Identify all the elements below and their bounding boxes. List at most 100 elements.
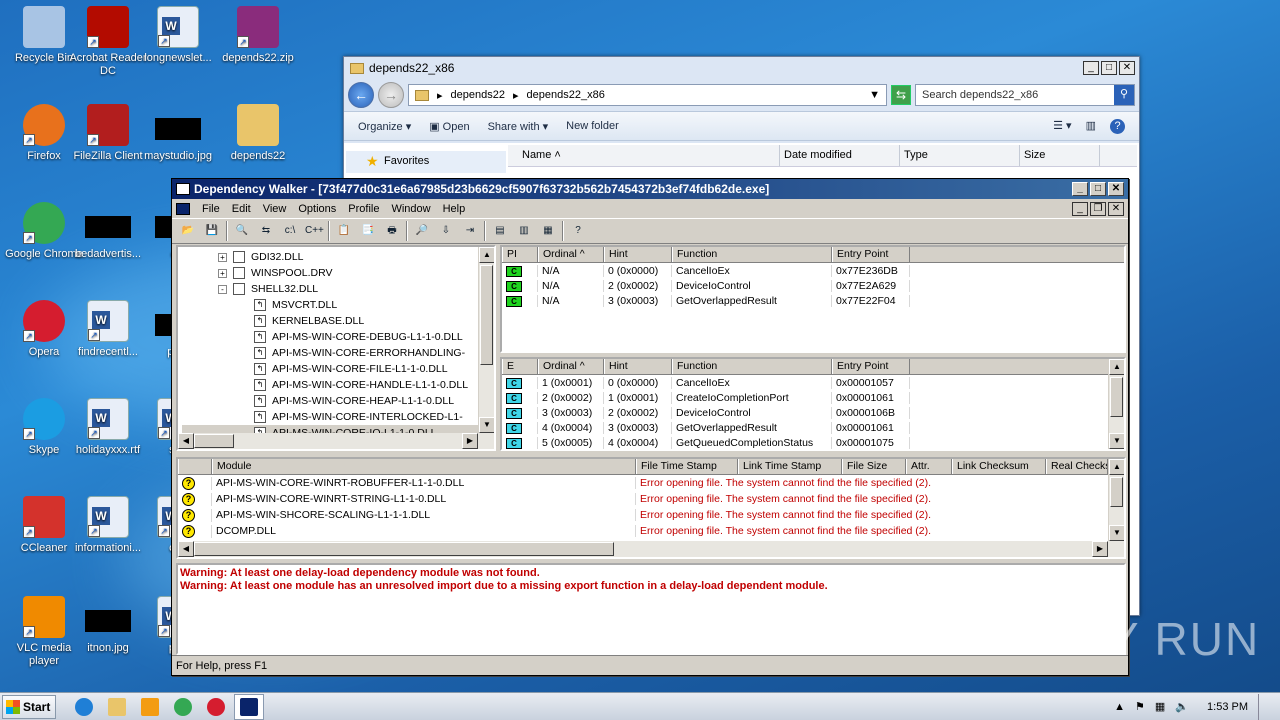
menu-item[interactable]: File <box>202 203 220 215</box>
toolbar-button[interactable]: 🔍 <box>232 221 252 241</box>
module-row[interactable]: ? API-MS-WIN-CORE-WINRT-STRING-L1-1-0.DLL… <box>178 491 1124 507</box>
imports-list[interactable]: PI Ordinal ^ Hint Function Entry Point C N/A 0… <box>500 245 1126 353</box>
column-header[interactable] <box>178 459 212 474</box>
favorites-node[interactable]: ★ Favorites <box>346 151 506 173</box>
child-minimize-button[interactable]: _ <box>1072 201 1088 216</box>
menu-item[interactable]: Profile <box>348 203 379 215</box>
back-button[interactable]: ← <box>348 82 374 108</box>
new-folder-button[interactable]: New folder <box>566 120 619 132</box>
function-row[interactable]: C N/A 3 (0x0003) GetOverlappedResult 0x77E22… <box>502 293 1124 308</box>
scroll-up-icon[interactable]: ▲ <box>1109 459 1124 475</box>
toolbar-button[interactable]: ▤ <box>490 221 510 241</box>
tree-node[interactable]: + GDI32.DLL <box>182 249 494 265</box>
scroll-down-icon[interactable]: ▼ <box>1109 433 1124 449</box>
toolbar-button[interactable]: ▦ <box>538 221 558 241</box>
column-date-modified[interactable]: Date modified <box>780 145 900 166</box>
function-row[interactable]: C4 (0x0004) 3 (0x0003) GetOverlappedResult… <box>502 420 1124 435</box>
function-row[interactable]: C N/A 0 (0x0000) CancelIoEx 0x77E236DB <box>502 263 1124 278</box>
tree-scroll-thumb[interactable] <box>480 265 493 365</box>
column-header[interactable]: Entry Point <box>832 247 910 262</box>
tree-node[interactable]: ↰ API-MS-WIN-CORE-ERRORHANDLING- <box>182 345 494 361</box>
toolbar-button[interactable]: 📑 <box>358 221 378 241</box>
column-header[interactable]: Link Time Stamp <box>738 459 842 474</box>
desktop-icon[interactable]: bedadvertis... <box>68 202 148 261</box>
search-icon[interactable]: ⚲ <box>1114 85 1134 105</box>
search-input[interactable]: Search depends22_x86 ⚲ <box>915 84 1135 106</box>
network-icon[interactable]: ▦ <box>1155 700 1165 713</box>
depwalker-titlebar[interactable]: Dependency Walker - [73f477d0c31e6a67985… <box>172 179 1128 199</box>
explorer-titlebar[interactable]: depends22_x86 _ □ ✕ <box>344 57 1139 79</box>
toolbar-button[interactable]: 🖶 <box>382 221 402 241</box>
volume-icon[interactable]: 🔈 <box>1175 700 1189 713</box>
function-row[interactable]: C3 (0x0003) 2 (0x0002) DeviceIoControl 0x00… <box>502 405 1124 420</box>
breadcrumb-item[interactable]: depends22_x86 <box>527 89 605 101</box>
toolbar-button[interactable]: 🔎 <box>412 221 432 241</box>
log-pane[interactable]: Warning: At least one delay-load depende… <box>176 563 1126 655</box>
flag-icon[interactable]: ⚑ <box>1135 700 1145 713</box>
desktop-icon[interactable]: ↗ FileZilla Client <box>68 104 148 163</box>
tree-node[interactable]: ↰ API-MS-WIN-CORE-INTERLOCKED-L1- <box>182 409 494 425</box>
desktop-icon[interactable]: itnon.jpg <box>68 596 148 655</box>
help-icon[interactable]: ? <box>1110 118 1125 134</box>
menu-item[interactable]: Edit <box>232 203 251 215</box>
child-restore-button[interactable]: ❐ <box>1090 201 1106 216</box>
desktop-icon[interactable]: ↗ depends22.zip <box>218 6 298 65</box>
column-header[interactable]: Ordinal ^ <box>538 359 604 374</box>
show-desktop-button[interactable] <box>1258 693 1268 720</box>
tree-node[interactable]: ↰ API-MS-WIN-CORE-HEAP-L1-1-0.DLL <box>182 393 494 409</box>
close-button[interactable]: ✕ <box>1119 61 1135 75</box>
chevron-down-icon[interactable]: ▼ <box>869 89 880 101</box>
taskbar-button[interactable] <box>69 694 99 720</box>
column-header[interactable]: E <box>502 359 538 374</box>
function-row[interactable]: C2 (0x0002) 1 (0x0001) CreateIoCompletionP… <box>502 390 1124 405</box>
toolbar-button[interactable]: 📋 <box>334 221 354 241</box>
preview-pane-icon[interactable]: ▥ <box>1086 119 1096 134</box>
column-header[interactable]: File Time Stamp <box>636 459 738 474</box>
function-row[interactable]: C N/A 2 (0x0002) DeviceIoControl 0x77E2A629 <box>502 278 1124 293</box>
view-options-icon[interactable]: ☰ ▾ <box>1053 119 1071 134</box>
child-close-button[interactable]: ✕ <box>1108 201 1124 216</box>
desktop-icon[interactable]: W ↗ findrecentl... <box>68 300 148 359</box>
close-button[interactable]: ✕ <box>1108 182 1124 196</box>
taskbar-button[interactable] <box>234 693 264 720</box>
tree-node[interactable]: ↰ API-MS-WIN-CORE-DEBUG-L1-1-0.DLL <box>182 329 494 345</box>
column-header[interactable]: Real Checks <box>1046 459 1108 474</box>
menu-item[interactable]: Window <box>391 203 430 215</box>
taskbar-button[interactable] <box>168 694 198 720</box>
taskbar-button[interactable] <box>201 694 231 720</box>
share-with-button[interactable]: Share with ▾ <box>488 120 549 133</box>
maximize-button[interactable]: □ <box>1101 61 1117 75</box>
modules-hscroll-thumb[interactable] <box>194 542 614 556</box>
start-button[interactable]: Start <box>2 694 56 719</box>
toolbar-button[interactable]: 📂 <box>178 221 198 241</box>
tree-node[interactable]: ↰ API-MS-WIN-CORE-HANDLE-L1-1-0.DLL <box>182 377 494 393</box>
toolbar-button[interactable]: ? <box>568 221 588 241</box>
maximize-button[interactable]: □ <box>1090 182 1106 196</box>
expand-icon[interactable]: + <box>218 268 227 278</box>
address-bar[interactable]: ▸ depends22 ▸ depends22_x86 ▼ <box>408 84 887 106</box>
scroll-down-icon[interactable]: ▼ <box>1109 525 1124 541</box>
column-header[interactable]: Hint <box>604 359 672 374</box>
exports-vscroll[interactable]: ▲ ▼ <box>1108 359 1124 449</box>
organize-button[interactable]: Organize ▾ <box>358 120 411 133</box>
refresh-button[interactable]: ⇆ <box>891 85 911 105</box>
scroll-up-icon[interactable]: ▲ <box>1109 359 1124 375</box>
module-row[interactable]: ? DCOMP.DLL Error opening file. The system… <box>178 523 1124 539</box>
tree-vscroll[interactable]: ▲ ▼ <box>478 247 494 433</box>
module-tree[interactable]: + GDI32.DLL + WINSPOOL.DRV - SHELL32.DLL ↰ MSVC… <box>176 245 496 451</box>
taskbar-button[interactable] <box>102 694 132 720</box>
column-type[interactable]: Type <box>900 145 1020 166</box>
minimize-button[interactable]: _ <box>1072 182 1088 196</box>
toolbar-button[interactable]: ⇥ <box>460 221 480 241</box>
menu-item[interactable]: Help <box>443 203 466 215</box>
toolbar-button[interactable]: 💾 <box>202 221 222 241</box>
tree-node[interactable]: + WINSPOOL.DRV <box>182 265 494 281</box>
desktop-icon[interactable]: W ↗ holidayxxx.rtf <box>68 398 148 457</box>
toolbar-button[interactable]: C++ <box>304 221 324 241</box>
tree-hscroll[interactable]: ◀ ▶ <box>178 433 494 449</box>
show-hidden-icons-icon[interactable]: ▲ <box>1114 701 1125 713</box>
tree-node[interactable]: - SHELL32.DLL <box>182 281 494 297</box>
open-button[interactable]: ▣ Open <box>429 120 469 133</box>
desktop-icon[interactable]: W ↗ informationi... <box>68 496 148 555</box>
tree-node[interactable]: ↰ API-MS-WIN-CORE-FILE-L1-1-0.DLL <box>182 361 494 377</box>
